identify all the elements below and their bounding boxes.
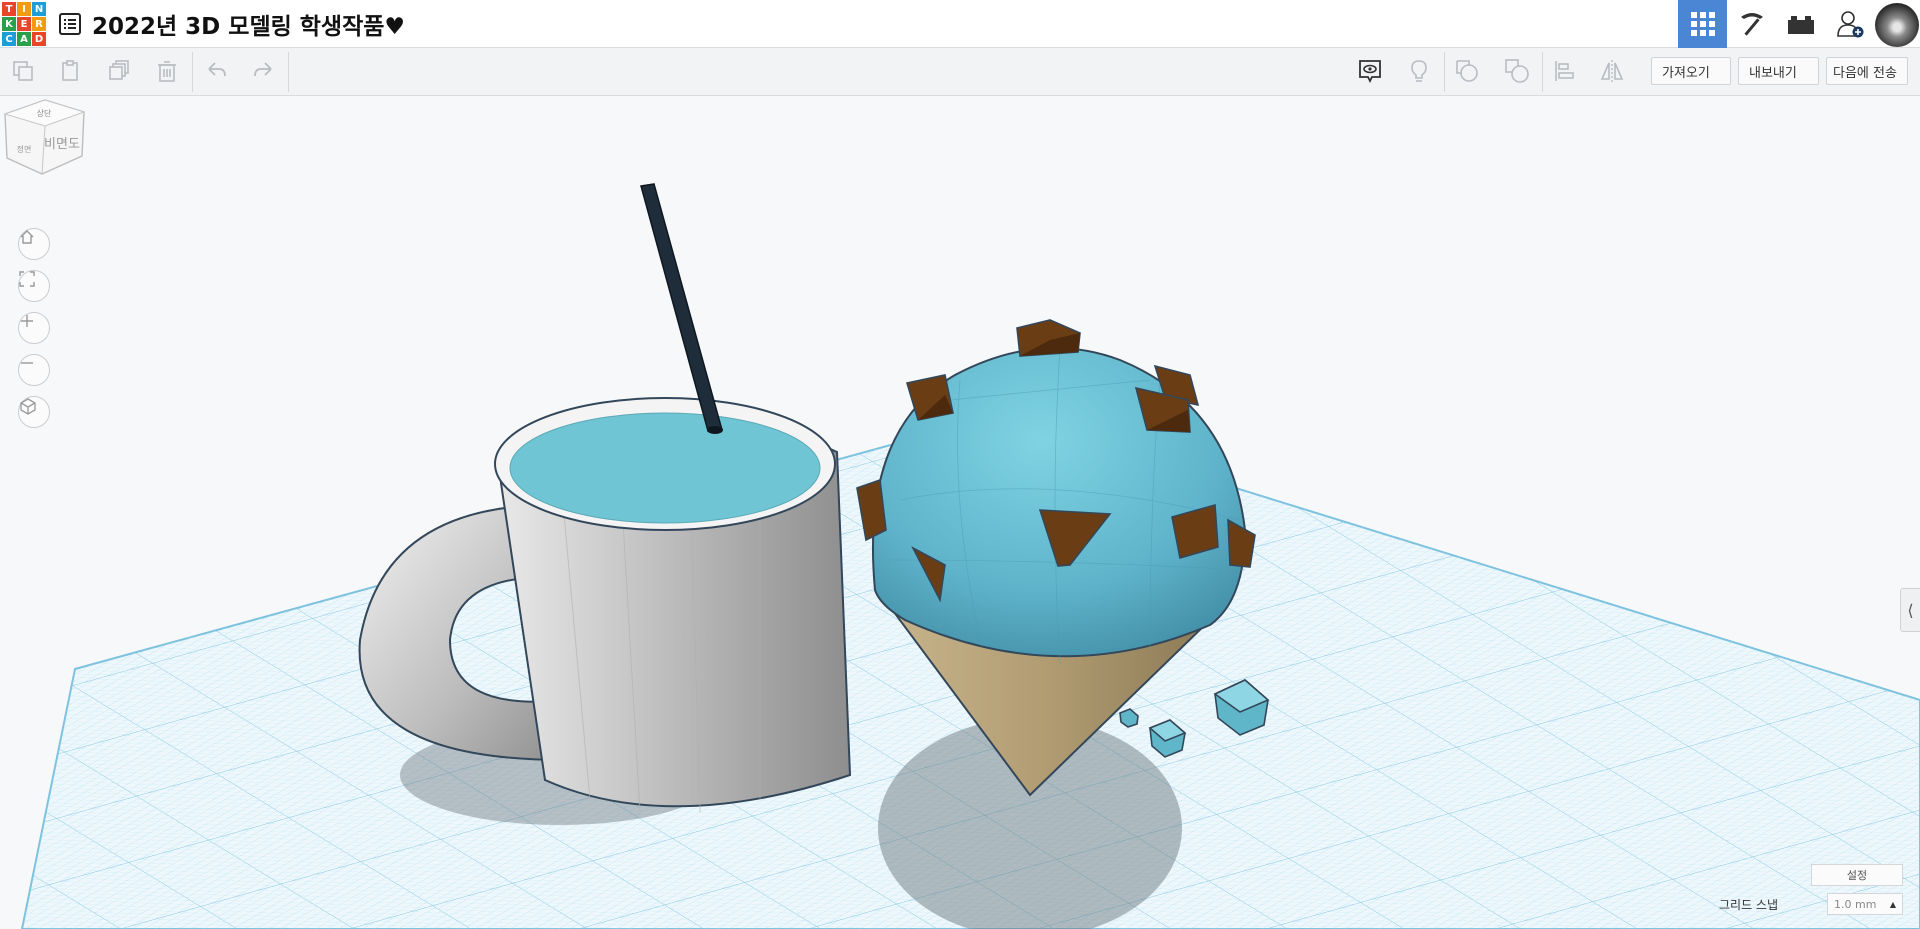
paste-icon [62, 60, 78, 81]
align-button[interactable] [1550, 56, 1580, 86]
grid-view-icon [1690, 12, 1715, 36]
view-cube-front-label: 정면 [17, 144, 32, 154]
profile-button[interactable] [1874, 0, 1920, 48]
home-icon [20, 230, 34, 244]
zoom-in-button[interactable] [18, 312, 50, 344]
undo-button[interactable] [202, 56, 232, 86]
edit-toolbar: 가져오기 내보내기 다음에 전송 [0, 48, 1920, 96]
send-to-button[interactable]: 다음에 전송 [1826, 57, 1908, 85]
design-title[interactable]: 2022년 3D 모델링 학생작품♥ [92, 7, 405, 41]
undo-icon [208, 62, 226, 77]
top-bar: TIN KER CAD 2022년 3D 모델링 학생작품♥ [0, 0, 1920, 48]
blocks-button[interactable] [1727, 0, 1776, 48]
add-user-icon [1836, 11, 1863, 38]
mug-liquid[interactable] [509, 412, 821, 524]
fit-view-button[interactable] [18, 270, 50, 302]
caret-up-icon: ▲ [1889, 899, 1896, 909]
settings-button[interactable]: 설정 [1811, 864, 1903, 886]
perspective-button[interactable] [18, 396, 50, 428]
ungroup-button[interactable] [1502, 56, 1532, 86]
export-button[interactable]: 내보내기 [1738, 57, 1819, 85]
add-user-button[interactable] [1825, 0, 1874, 48]
shapes-panel-toggle[interactable]: ⟨ [1900, 588, 1920, 632]
paste-button[interactable] [56, 56, 86, 86]
logo-letter: I [17, 2, 31, 16]
top-right-tools [1678, 0, 1920, 48]
grid-snap-label: 그리드 스냅 [1718, 898, 1778, 912]
mirror-icon [1600, 60, 1624, 82]
copy-button[interactable] [8, 56, 38, 86]
zoom-out-icon [21, 362, 33, 364]
ungroup-icon [1505, 59, 1529, 83]
avatar [1875, 3, 1919, 47]
group-icon [1456, 60, 1478, 82]
zoom-out-button[interactable] [18, 354, 50, 386]
toolbar-divider [1444, 52, 1445, 92]
logo-letter: N [32, 2, 46, 16]
lightbulb-icon [1411, 60, 1427, 82]
grid-view-button[interactable] [1678, 0, 1727, 48]
perspective-icon [20, 398, 36, 415]
pickaxe-icon [1740, 13, 1763, 36]
import-button[interactable]: 가져오기 [1651, 57, 1731, 85]
duplicate-button[interactable] [104, 56, 134, 86]
fit-view-icon [19, 271, 35, 287]
align-icon [1555, 61, 1574, 81]
group-button[interactable] [1452, 56, 1482, 86]
logo-letter: A [17, 32, 31, 46]
mirror-button[interactable] [1597, 56, 1627, 86]
logo-letter: E [17, 17, 31, 31]
logo-letter: D [32, 32, 46, 46]
logo-letter: C [2, 32, 16, 46]
notes-button[interactable] [1355, 56, 1385, 86]
delete-button[interactable] [152, 56, 182, 86]
bricks-icon [1787, 16, 1814, 34]
bricks-button[interactable] [1776, 0, 1825, 48]
toolbar-divider [192, 52, 193, 92]
grid-snap-value: 1.0 mm [1834, 897, 1877, 911]
toolbar-divider [288, 52, 289, 92]
grid-snap-select[interactable]: 1.0 mm ▲ [1827, 893, 1903, 915]
straw[interactable] [640, 183, 723, 432]
redo-icon [254, 62, 272, 77]
view-cube-top-label: 상단 [37, 108, 52, 118]
workplane-viewport[interactable]: 상단 정면 비면도 ⟨ [0, 96, 1920, 929]
logo-letter: T [2, 2, 16, 16]
toolbar-divider [1542, 52, 1543, 92]
design-title-area: 2022년 3D 모델링 학생작품♥ [58, 8, 405, 40]
chevron-left-icon: ⟨ [1907, 600, 1914, 620]
trash-icon [158, 61, 176, 82]
view-cube-side-label: 비면도 [44, 137, 80, 152]
straw-end [707, 426, 723, 434]
duplicate-icon [109, 60, 129, 80]
eye-bubble-icon [1359, 60, 1381, 84]
zoom-in-icon [21, 315, 33, 327]
redo-button[interactable] [248, 56, 278, 86]
tinkercad-logo[interactable]: TIN KER CAD [2, 2, 46, 46]
light-button[interactable] [1404, 56, 1434, 86]
copy-icon [13, 61, 33, 81]
logo-letter: K [2, 17, 16, 31]
logo-letter: R [32, 17, 46, 31]
design-list-icon[interactable] [58, 12, 82, 36]
scene-canvas[interactable] [0, 96, 1920, 929]
view-cube[interactable]: 상단 정면 비면도 [0, 96, 86, 182]
home-view-button[interactable] [18, 228, 50, 260]
